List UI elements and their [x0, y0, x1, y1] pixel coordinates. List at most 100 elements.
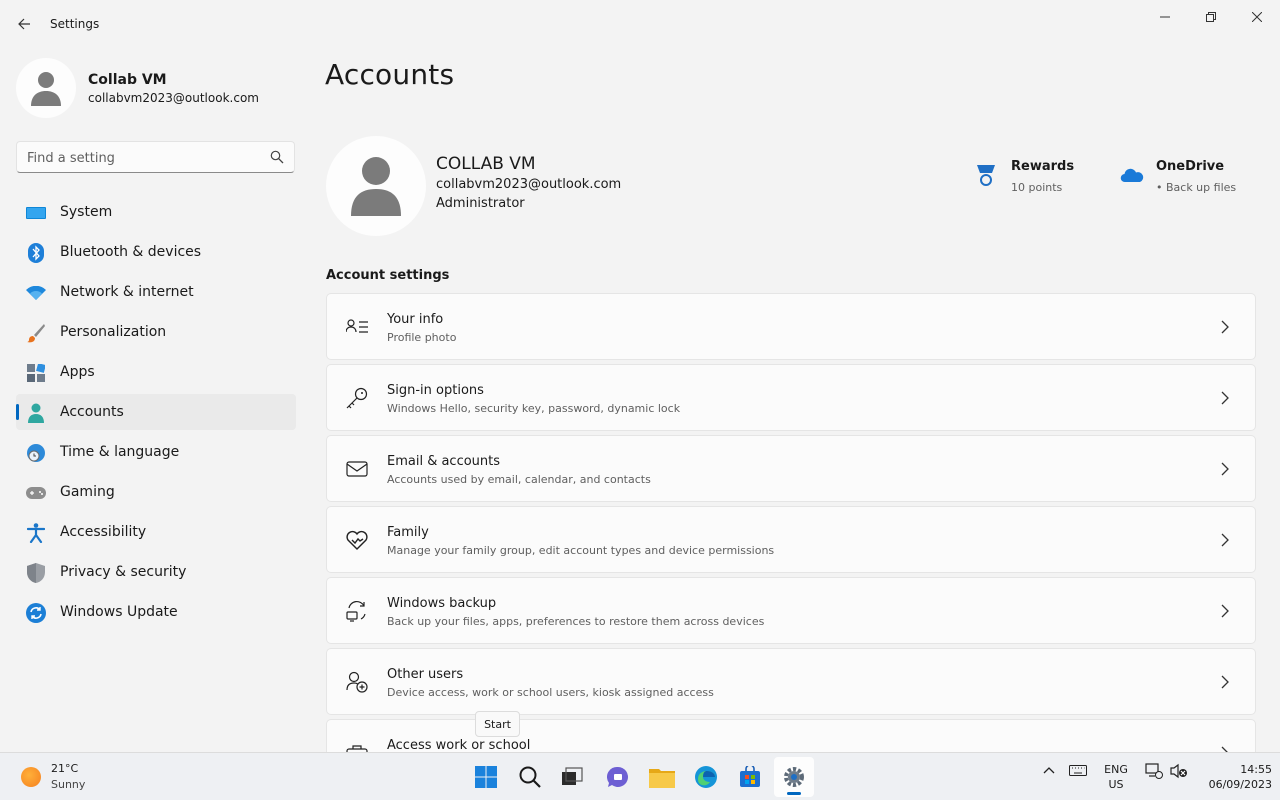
touch-keyboard-button[interactable] [1069, 763, 1087, 781]
restore-icon [1206, 12, 1216, 22]
sidebar-item-system[interactable]: System [16, 194, 296, 230]
minimize-button[interactable] [1142, 4, 1188, 30]
input-language-indicator[interactable]: ENG US [1102, 762, 1130, 792]
task-view-icon [562, 767, 583, 785]
person-avatar-icon [351, 157, 401, 216]
setting-description: Windows Hello, security key, password, d… [387, 402, 681, 415]
setting-sign-in-options[interactable]: Sign-in options Windows Hello, security … [326, 364, 1256, 431]
backup-icon [346, 600, 368, 622]
chevron-right-icon [1221, 604, 1229, 618]
chevron-up-icon [1043, 767, 1055, 774]
file-explorer-button[interactable] [642, 757, 682, 797]
page-title: Accounts [325, 58, 455, 91]
sidebar-item-label: Network & internet [60, 284, 194, 300]
setting-other-users[interactable]: Other users Device access, work or schoo… [326, 648, 1256, 715]
bluetooth-icon [26, 243, 46, 263]
briefcase-icon [346, 742, 368, 752]
search-icon [519, 766, 541, 788]
store-button[interactable] [730, 757, 770, 797]
close-icon [1252, 12, 1262, 22]
setting-access-work-school[interactable]: Access work or school [326, 719, 1256, 752]
sidebar-item-label: System [60, 204, 113, 220]
weather-condition: Sunny [51, 778, 86, 791]
onedrive-cloud-icon [1120, 168, 1144, 183]
heart-icon [346, 529, 368, 551]
sidebar-item-accessibility[interactable]: Accessibility [16, 514, 296, 550]
user-email: collabvm2023@outlook.com [88, 91, 259, 105]
sidebar-item-gaming[interactable]: Gaming [16, 474, 296, 510]
sidebar-item-label: Apps [60, 364, 95, 380]
clock-time: 14:55 [1240, 763, 1272, 776]
taskbar-search-button[interactable] [510, 757, 550, 797]
sun-icon [21, 767, 41, 787]
setting-description: Back up your files, apps, preferences to… [387, 615, 765, 628]
gear-icon [784, 767, 804, 787]
sidebar-item-time-language[interactable]: Time & language [16, 434, 296, 470]
task-view-button[interactable] [552, 757, 592, 797]
sidebar-item-privacy[interactable]: Privacy & security [16, 554, 296, 590]
setting-title: Access work or school [387, 738, 531, 752]
setting-email-accounts[interactable]: Email & accounts Accounts used by email,… [326, 435, 1256, 502]
close-button[interactable] [1234, 4, 1280, 30]
sidebar-item-personalization[interactable]: Personalization [16, 314, 296, 350]
sidebar-item-label: Personalization [60, 324, 167, 340]
settings-app-button[interactable] [774, 757, 814, 797]
wifi-icon [26, 283, 46, 303]
sidebar-item-label: Privacy & security [60, 564, 187, 580]
rewards-points: 10 points [1011, 181, 1063, 194]
search-input[interactable] [27, 148, 257, 168]
profile-role: Administrator [436, 196, 525, 211]
sidebar-item-apps[interactable]: Apps [16, 354, 296, 390]
volume-button[interactable] [1170, 763, 1188, 783]
window-title: Settings [50, 17, 100, 31]
weather-temperature: 21°C [51, 762, 79, 775]
network-disconnected-icon [1145, 763, 1163, 779]
apps-icon [26, 363, 46, 383]
sidebar-item-network[interactable]: Network & internet [16, 274, 296, 310]
start-button[interactable] [466, 757, 506, 797]
rewards-title: Rewards [1011, 159, 1075, 174]
keyboard-icon [1069, 765, 1087, 776]
setting-title: Other users [387, 667, 464, 682]
setting-your-info[interactable]: Your info Profile photo [326, 293, 1256, 360]
windows-logo-icon [475, 766, 497, 788]
language-code: ENG [1104, 763, 1128, 776]
weather-widget[interactable]: 21°C Sunny [18, 761, 128, 795]
setting-family[interactable]: Family Manage your family group, edit ac… [326, 506, 1256, 573]
add-person-icon [346, 671, 368, 693]
chevron-right-icon [1221, 320, 1229, 334]
sidebar-item-windows-update[interactable]: Windows Update [16, 594, 296, 630]
shield-icon [26, 563, 46, 583]
teams-chat-button[interactable] [598, 757, 638, 797]
edge-button[interactable] [686, 757, 726, 797]
back-button[interactable] [12, 12, 36, 36]
sidebar-user-card[interactable]: Collab VM collabvm2023@outlook.com [16, 58, 296, 118]
setting-description: Manage your family group, edit account t… [387, 544, 775, 557]
sidebar-nav: System Bluetooth & devices Network & int… [16, 194, 296, 634]
edge-browser-icon [695, 766, 717, 788]
sidebar-item-accounts[interactable]: Accounts [16, 394, 296, 430]
setting-title: Family [387, 525, 429, 540]
sidebar-item-bluetooth[interactable]: Bluetooth & devices [16, 234, 296, 270]
setting-title: Your info [387, 312, 444, 327]
back-arrow-icon [18, 18, 30, 30]
profile-avatar[interactable] [326, 136, 426, 236]
restore-button[interactable] [1188, 4, 1234, 30]
search-icon[interactable] [270, 150, 284, 164]
minimize-icon [1160, 16, 1170, 18]
contact-card-icon [346, 316, 368, 338]
start-tooltip: Start [475, 711, 520, 737]
profile-name: COLLAB VM [436, 154, 536, 174]
onedrive-status: • Back up files [1156, 181, 1237, 194]
account-settings-list: Your info Profile photo Sign-in options … [326, 293, 1256, 752]
show-hidden-icons-button[interactable] [1042, 763, 1056, 781]
chevron-right-icon [1221, 462, 1229, 476]
chat-icon [607, 766, 628, 787]
person-icon [26, 403, 46, 423]
setting-windows-backup[interactable]: Windows backup Back up your files, apps,… [326, 577, 1256, 644]
network-status-button[interactable] [1145, 763, 1163, 783]
setting-description: Accounts used by email, calendar, and co… [387, 473, 651, 486]
search-box[interactable] [16, 141, 295, 173]
taskbar: 21°C Sunny ENG US 14:55 06/09/2023 [0, 752, 1280, 800]
system-clock[interactable]: 14:55 06/09/2023 [1194, 762, 1272, 792]
